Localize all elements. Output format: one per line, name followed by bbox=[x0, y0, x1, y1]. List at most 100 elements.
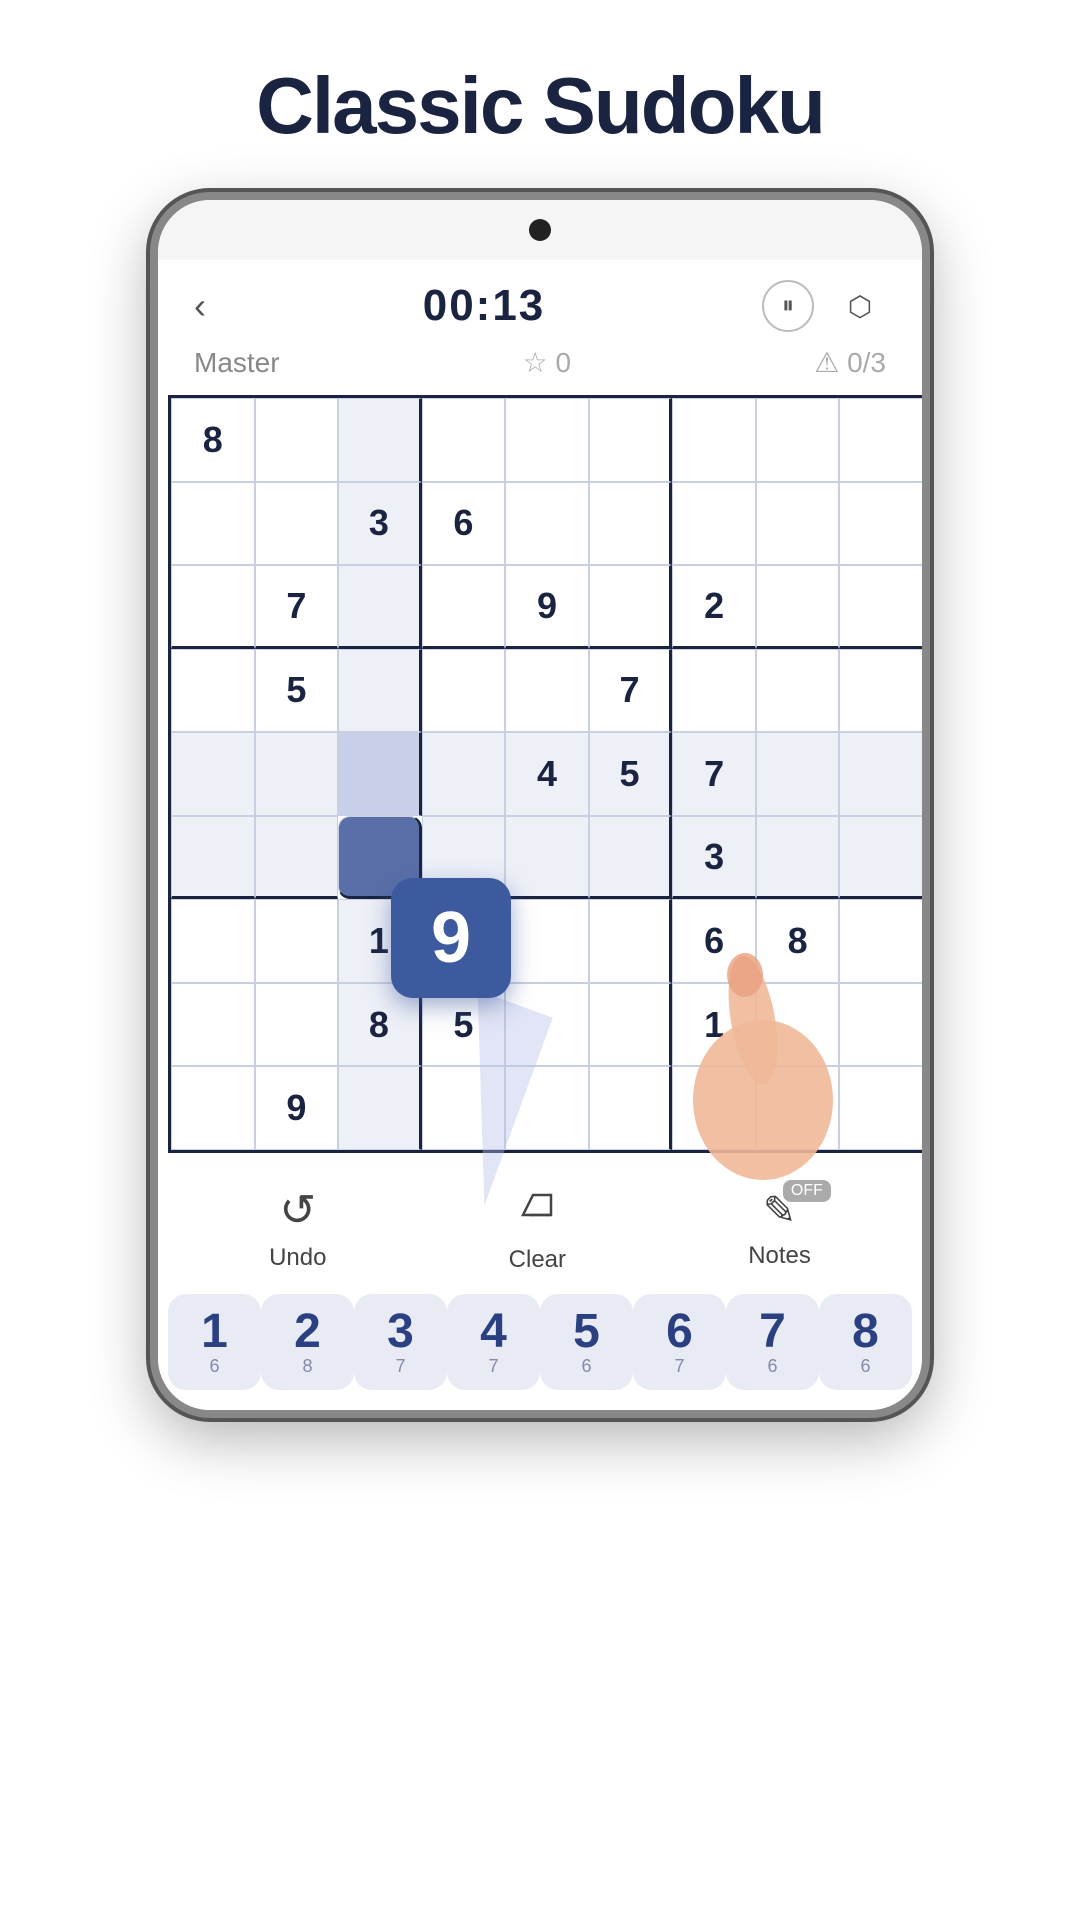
cell-8-1[interactable]: 9 bbox=[255, 1066, 339, 1150]
cell-8-6[interactable] bbox=[672, 1066, 756, 1150]
cell-1-1[interactable] bbox=[255, 482, 339, 566]
cell-7-6[interactable]: 1 bbox=[672, 983, 756, 1067]
cell-0-1[interactable] bbox=[255, 398, 339, 482]
cell-8-2[interactable] bbox=[338, 1066, 422, 1150]
cell-4-1[interactable] bbox=[255, 732, 339, 816]
cell-0-4[interactable] bbox=[505, 398, 589, 482]
cell-7-0[interactable] bbox=[171, 983, 255, 1067]
cell-3-2[interactable] bbox=[338, 649, 422, 733]
cell-7-8[interactable] bbox=[839, 983, 923, 1067]
cell-1-7[interactable] bbox=[756, 482, 840, 566]
cell-1-4[interactable] bbox=[505, 482, 589, 566]
undo-button[interactable]: ↺ Undo bbox=[269, 1185, 326, 1272]
cell-0-8[interactable] bbox=[839, 398, 923, 482]
cell-2-7[interactable] bbox=[756, 565, 840, 649]
numpad-count-7: 6 bbox=[767, 1356, 777, 1377]
cell-6-1[interactable] bbox=[255, 899, 339, 983]
cell-7-5[interactable] bbox=[589, 983, 673, 1067]
cell-4-2[interactable] bbox=[338, 732, 422, 816]
numpad-key-1[interactable]: 1 6 bbox=[168, 1294, 261, 1390]
numpad-key-2[interactable]: 2 8 bbox=[261, 1294, 354, 1390]
clear-button[interactable]: Clear bbox=[509, 1183, 566, 1274]
cell-2-0[interactable] bbox=[171, 565, 255, 649]
cell-6-5[interactable] bbox=[589, 899, 673, 983]
cell-2-3[interactable] bbox=[422, 565, 506, 649]
cell-7-7[interactable] bbox=[756, 983, 840, 1067]
cell-4-8[interactable] bbox=[839, 732, 923, 816]
cell-5-0[interactable] bbox=[171, 816, 255, 900]
cell-2-1[interactable]: 7 bbox=[255, 565, 339, 649]
board-wrapper: 83679257457316885199 bbox=[158, 395, 922, 1153]
numpad-count-4: 7 bbox=[488, 1356, 498, 1377]
cell-5-1[interactable] bbox=[255, 816, 339, 900]
floating-nine-button[interactable]: 9 bbox=[391, 878, 511, 998]
pause-button[interactable]: ⏸ bbox=[762, 280, 814, 332]
numpad-key-7[interactable]: 7 6 bbox=[726, 1294, 819, 1390]
cell-3-7[interactable] bbox=[756, 649, 840, 733]
numpad-key-8[interactable]: 8 6 bbox=[819, 1294, 912, 1390]
cell-1-3[interactable]: 6 bbox=[422, 482, 506, 566]
camera-dot bbox=[529, 219, 551, 241]
cell-1-6[interactable] bbox=[672, 482, 756, 566]
cell-6-4[interactable] bbox=[505, 899, 589, 983]
cell-5-4[interactable] bbox=[505, 816, 589, 900]
cell-3-8[interactable] bbox=[839, 649, 923, 733]
cell-8-7[interactable] bbox=[756, 1066, 840, 1150]
cell-3-1[interactable]: 5 bbox=[255, 649, 339, 733]
cell-0-7[interactable] bbox=[756, 398, 840, 482]
numpad-count-3: 7 bbox=[395, 1356, 405, 1377]
pause-icon: ⏸ bbox=[782, 292, 794, 320]
cell-3-0[interactable] bbox=[171, 649, 255, 733]
settings-button[interactable]: ⬡ bbox=[834, 280, 886, 332]
cell-6-8[interactable] bbox=[839, 899, 923, 983]
cell-4-0[interactable] bbox=[171, 732, 255, 816]
cell-0-3[interactable] bbox=[422, 398, 506, 482]
cell-4-7[interactable] bbox=[756, 732, 840, 816]
numpad-key-4[interactable]: 4 7 bbox=[447, 1294, 540, 1390]
cell-3-6[interactable] bbox=[672, 649, 756, 733]
difficulty-label: Master bbox=[194, 347, 280, 379]
cell-3-5[interactable]: 7 bbox=[589, 649, 673, 733]
cell-1-8[interactable] bbox=[839, 482, 923, 566]
cell-2-2[interactable] bbox=[338, 565, 422, 649]
cell-2-8[interactable] bbox=[839, 565, 923, 649]
cell-3-4[interactable] bbox=[505, 649, 589, 733]
cell-5-7[interactable] bbox=[756, 816, 840, 900]
cell-4-3[interactable] bbox=[422, 732, 506, 816]
cell-5-5[interactable] bbox=[589, 816, 673, 900]
cell-8-8[interactable] bbox=[839, 1066, 923, 1150]
cell-2-4[interactable]: 9 bbox=[505, 565, 589, 649]
phone-frame: ‹ 00:13 ⏸ ⬡ Master ☆ 0 ⚠ 0/3 83679257457… bbox=[150, 192, 930, 1418]
cell-6-6[interactable]: 6 bbox=[672, 899, 756, 983]
cell-3-3[interactable] bbox=[422, 649, 506, 733]
numpad-key-6[interactable]: 6 7 bbox=[633, 1294, 726, 1390]
cell-8-0[interactable] bbox=[171, 1066, 255, 1150]
numpad-count-1: 6 bbox=[209, 1356, 219, 1377]
numpad-key-5[interactable]: 5 6 bbox=[540, 1294, 633, 1390]
cell-6-0[interactable] bbox=[171, 899, 255, 983]
numpad-count-5: 6 bbox=[581, 1356, 591, 1377]
cell-7-1[interactable] bbox=[255, 983, 339, 1067]
cell-4-5[interactable]: 5 bbox=[589, 732, 673, 816]
cell-8-5[interactable] bbox=[589, 1066, 673, 1150]
cell-4-4[interactable]: 4 bbox=[505, 732, 589, 816]
notes-button[interactable]: OFF ✎ Notes bbox=[748, 1188, 811, 1270]
sudoku-board[interactable]: 83679257457316885199 bbox=[168, 395, 926, 1153]
cell-5-6[interactable]: 3 bbox=[672, 816, 756, 900]
cell-0-0[interactable]: 8 bbox=[171, 398, 255, 482]
cell-2-6[interactable]: 2 bbox=[672, 565, 756, 649]
cell-1-2[interactable]: 3 bbox=[338, 482, 422, 566]
cell-1-5[interactable] bbox=[589, 482, 673, 566]
cell-6-7[interactable]: 8 bbox=[756, 899, 840, 983]
cell-1-0[interactable] bbox=[171, 482, 255, 566]
back-button[interactable]: ‹ bbox=[194, 285, 206, 327]
cell-0-5[interactable] bbox=[589, 398, 673, 482]
cell-0-6[interactable] bbox=[672, 398, 756, 482]
cell-5-8[interactable] bbox=[839, 816, 923, 900]
cell-4-6[interactable]: 7 bbox=[672, 732, 756, 816]
numpad-key-3[interactable]: 3 7 bbox=[354, 1294, 447, 1390]
cell-2-5[interactable] bbox=[589, 565, 673, 649]
cell-0-2[interactable] bbox=[338, 398, 422, 482]
settings-icon: ⬡ bbox=[848, 290, 872, 323]
number-pad: 1 6 2 8 3 7 4 7 5 6 6 7 7 6 8 6 bbox=[158, 1284, 922, 1410]
